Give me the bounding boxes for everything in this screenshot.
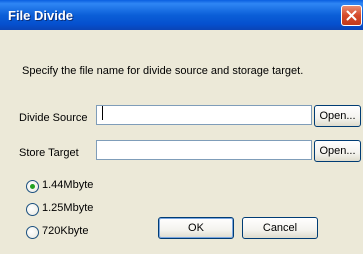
cancel-button[interactable]: Cancel — [242, 217, 318, 239]
divide-source-input[interactable] — [96, 105, 312, 125]
close-icon — [346, 10, 357, 21]
store-target-label: Store Target — [19, 147, 79, 159]
divide-source-label: Divide Source — [19, 112, 88, 124]
instruction-text: Specify the file name for divide source … — [22, 65, 304, 77]
store-target-input[interactable] — [96, 140, 312, 160]
ok-button[interactable]: OK — [158, 217, 234, 239]
divide-source-open-button[interactable]: Open... — [314, 105, 361, 127]
radio-button[interactable] — [26, 203, 39, 216]
radio-button[interactable] — [26, 226, 39, 239]
window-title: File Divide — [8, 8, 74, 23]
radio-label: 1.25Mbyte — [42, 202, 94, 214]
file-divide-dialog: File Divide Specify the file name for di… — [0, 0, 363, 254]
radio-label: 720Kbyte — [42, 225, 89, 237]
text-caret — [102, 106, 103, 120]
close-button[interactable] — [341, 5, 362, 26]
radio-selected-dot — [30, 184, 35, 189]
title-bar[interactable]: File Divide — [0, 0, 363, 30]
radio-button[interactable] — [26, 180, 39, 193]
radio-label: 1.44Mbyte — [42, 179, 94, 191]
store-target-open-button[interactable]: Open... — [314, 140, 361, 162]
